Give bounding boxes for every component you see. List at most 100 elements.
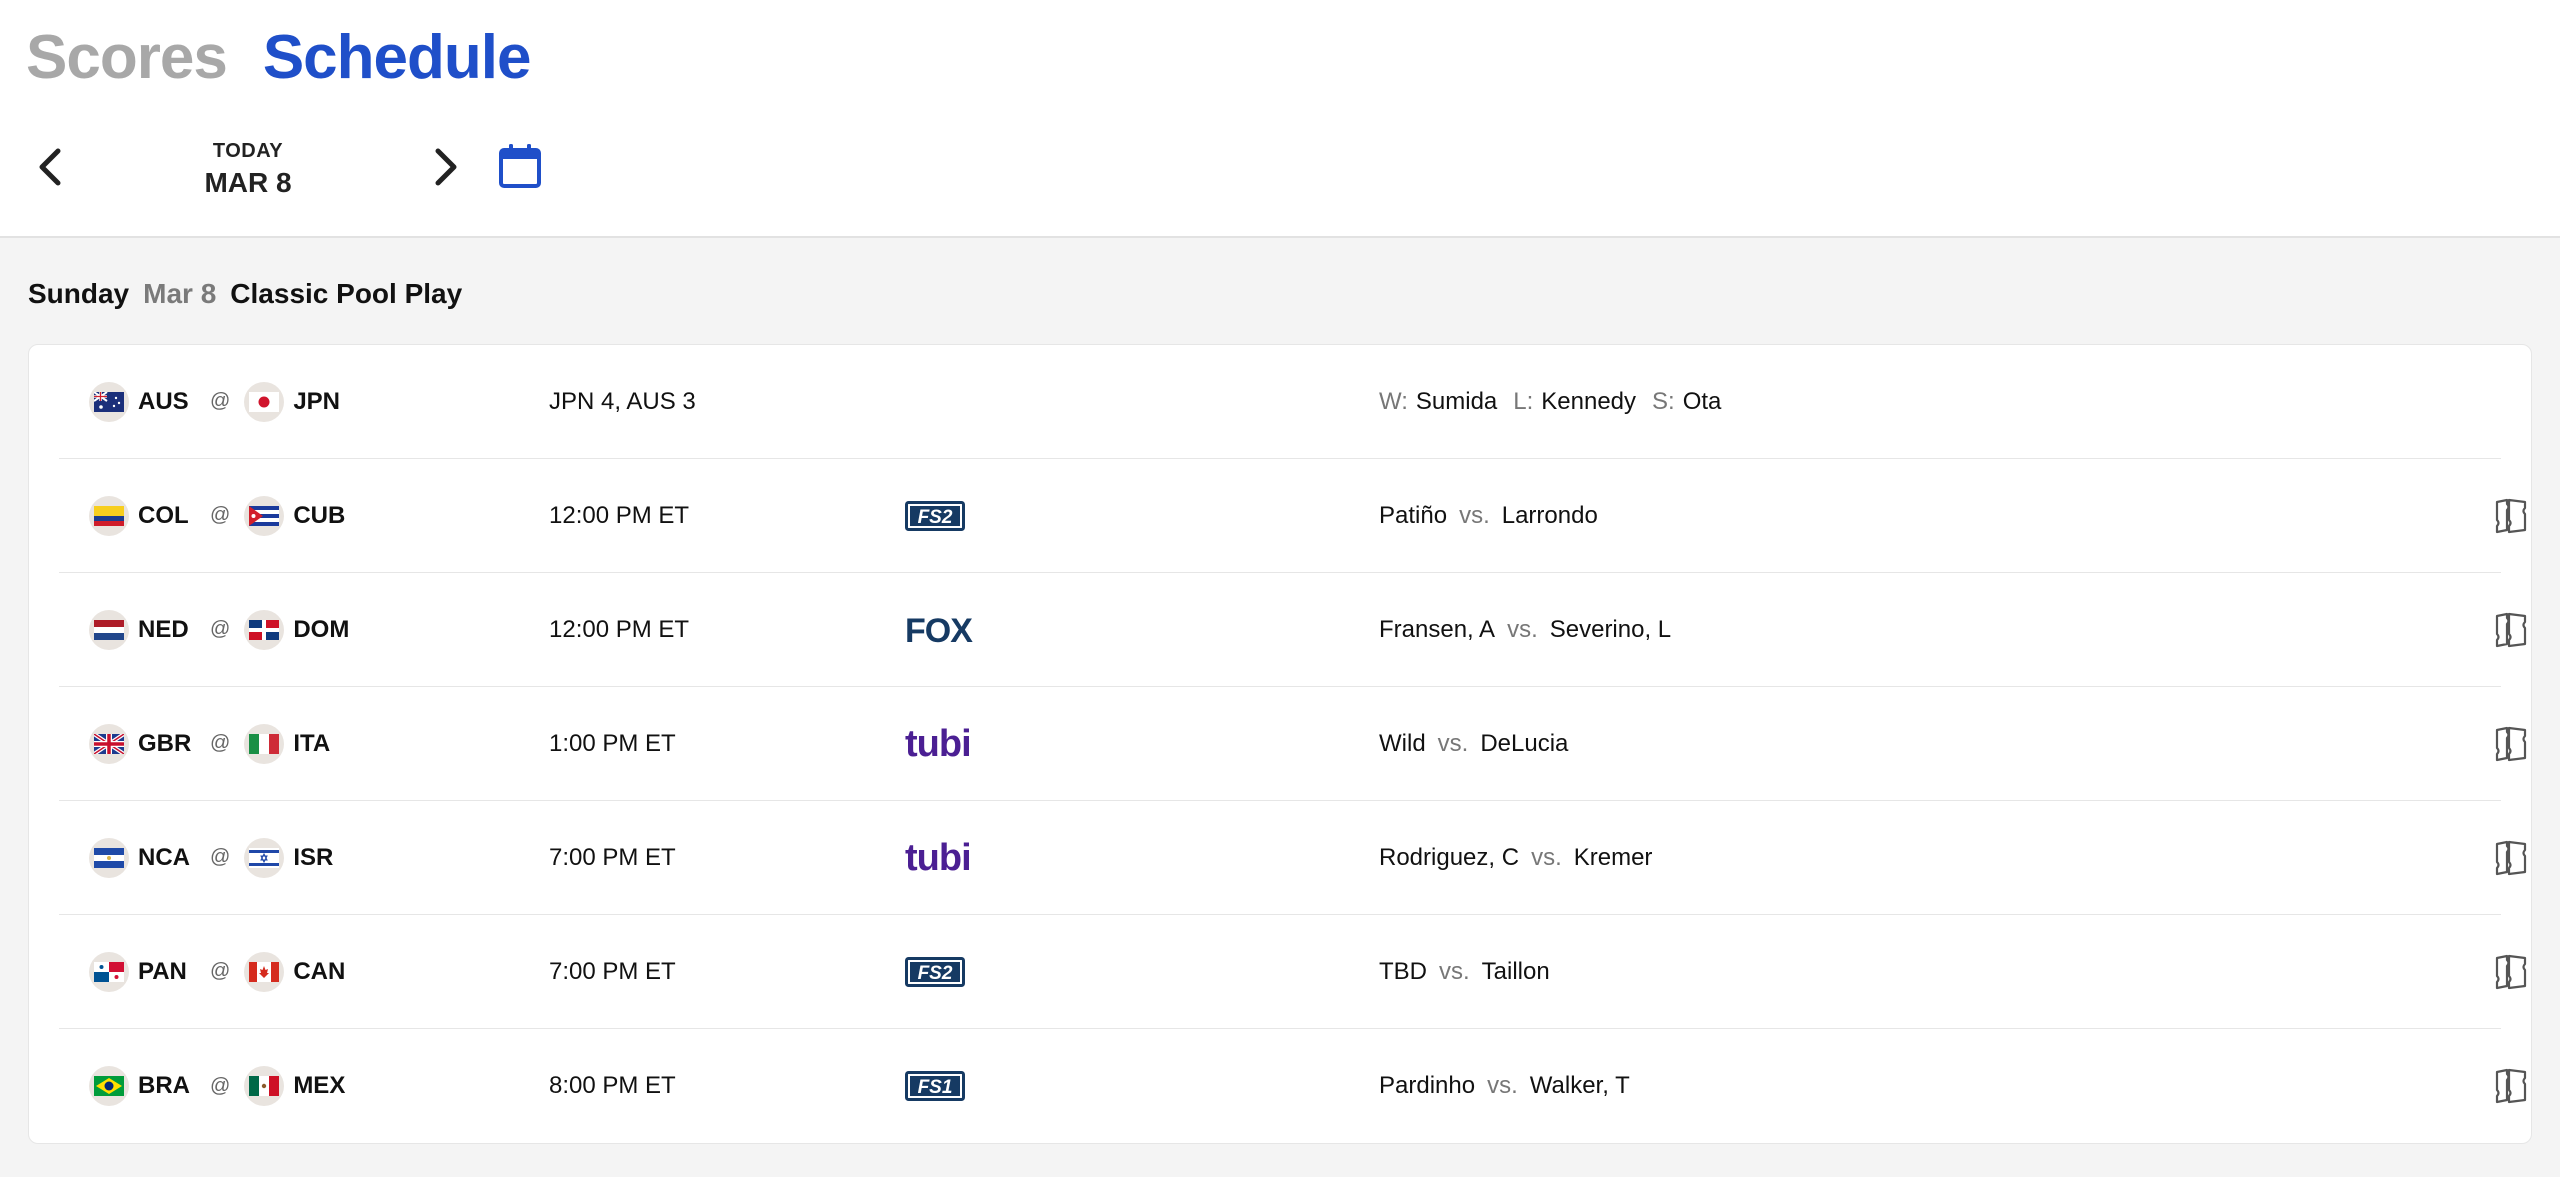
- away-team-flag: [89, 837, 129, 878]
- home-team[interactable]: ITA: [244, 723, 353, 764]
- game-status[interactable]: 12:00 PM ET: [549, 502, 689, 530]
- matchup: AUS @ JPN: [89, 381, 353, 422]
- date-navigator: TODAY MAR 8: [0, 130, 600, 210]
- away-probable-pitcher[interactable]: Patiño: [1379, 502, 1447, 530]
- at-symbol: @: [210, 960, 231, 982]
- game-row[interactable]: BRA @ MEX 8:00 PM ET FS1 Pardinho vs. Walker, T: [59, 1029, 2527, 1143]
- matchup: COL @ CUB: [89, 495, 353, 536]
- winning-pitcher[interactable]: Sumida: [1416, 388, 1497, 416]
- flag-icon: [249, 847, 280, 868]
- game-row[interactable]: NED @ DOM 12:00 PM ET FOX Fransen, A vs. Severi…: [59, 573, 2527, 687]
- game-status[interactable]: 7:00 PM ET: [549, 844, 676, 872]
- home-team-abbr: JPN: [293, 387, 340, 415]
- today-label: TODAY: [212, 140, 284, 162]
- home-probable-pitcher[interactable]: Larrondo: [1502, 502, 1598, 530]
- away-team[interactable]: NED: [89, 609, 198, 650]
- away-team[interactable]: GBR: [89, 723, 198, 764]
- date-label: MAR 8: [204, 167, 292, 198]
- vs-label: vs.: [1507, 615, 1538, 643]
- game-status[interactable]: 8:00 PM ET: [549, 1072, 676, 1100]
- away-probable-pitcher[interactable]: Pardinho: [1379, 1072, 1475, 1100]
- network-logo-tubi: tubi: [905, 726, 972, 762]
- svg-text:FOX: FOX: [905, 614, 973, 646]
- home-team-flag: [244, 495, 285, 536]
- game-row[interactable]: COL @ CUB 12:00 PM ET FS2 Patiño vs. Larrondo: [59, 459, 2527, 573]
- next-day-button[interactable]: [416, 132, 476, 202]
- home-probable-pitcher[interactable]: Taillon: [1482, 958, 1550, 986]
- away-team-flag: [89, 609, 129, 650]
- game-status[interactable]: JPN 4, AUS 3: [549, 388, 696, 416]
- network-logo-fs1: FS1: [905, 1071, 965, 1101]
- tab-schedule[interactable]: Schedule: [263, 22, 532, 93]
- at-symbol: @: [210, 1074, 231, 1097]
- save-label: S:: [1652, 387, 1675, 415]
- at-symbol: @: [210, 504, 231, 526]
- flag-icon: [249, 961, 280, 982]
- home-team-flag: [244, 1066, 285, 1106]
- vs-label: vs.: [1439, 957, 1470, 985]
- home-team[interactable]: JPN: [244, 381, 353, 422]
- flag-icon: [94, 391, 124, 412]
- game-status[interactable]: 12:00 PM ET: [549, 616, 689, 644]
- tickets-button[interactable]: [2491, 724, 2531, 764]
- network: FOX: [905, 610, 975, 650]
- home-probable-pitcher[interactable]: Severino, L: [1550, 616, 1671, 644]
- home-team-flag: [244, 381, 285, 422]
- losing-pitcher[interactable]: Kennedy: [1541, 388, 1636, 416]
- tickets-button[interactable]: [2491, 1066, 2531, 1106]
- tickets-button[interactable]: [2491, 610, 2531, 650]
- matchup: GBR @ ITA: [89, 723, 353, 764]
- network: tubi: [905, 724, 1009, 764]
- away-team-flag: [89, 495, 129, 536]
- flag-icon: [249, 391, 280, 412]
- home-probable-pitcher[interactable]: DeLucia: [1480, 730, 1568, 758]
- calendar-button[interactable]: [496, 142, 544, 190]
- pitchers: TBD vs. Taillon: [1379, 958, 1550, 986]
- day-weekday: Sunday: [28, 278, 130, 309]
- at-symbol: @: [210, 390, 231, 412]
- game-row[interactable]: GBR @ ITA 1:00 PM ET tubi Wild vs. DeLucia: [59, 687, 2527, 801]
- away-probable-pitcher[interactable]: Rodriguez, C: [1379, 844, 1519, 872]
- tab-scores[interactable]: Scores: [26, 22, 228, 93]
- game-row[interactable]: AUS @ JPN JPN 4, AUS 3 W: Sumida L: Kennedy S: Ot…: [59, 345, 2501, 459]
- home-team[interactable]: ISR: [244, 837, 353, 878]
- away-team-abbr: GBR: [138, 729, 192, 757]
- flag-icon: [94, 1076, 124, 1096]
- tickets-button[interactable]: [2491, 952, 2531, 992]
- network-logo-fs2: FS2: [905, 500, 965, 531]
- game-status[interactable]: 1:00 PM ET: [549, 730, 676, 758]
- chevron-right-icon: [435, 148, 457, 186]
- tickets-button[interactable]: [2491, 838, 2531, 878]
- loss-label: L:: [1513, 387, 1534, 415]
- away-team[interactable]: AUS: [89, 381, 198, 422]
- game-status[interactable]: 7:00 PM ET: [549, 958, 676, 986]
- schedule-list: AUS @ JPN JPN 4, AUS 3 W: Sumida L: Kennedy S: Ot…: [28, 344, 2532, 1144]
- svg-text:tubi: tubi: [905, 726, 971, 762]
- home-probable-pitcher[interactable]: Kremer: [1574, 844, 1653, 872]
- at-symbol: @: [210, 732, 231, 754]
- vs-label: vs.: [1437, 729, 1469, 757]
- away-team-abbr: COL: [138, 501, 189, 529]
- game-row[interactable]: NCA @ ISR 7:00 PM ET tubi Rodriguez, C vs. Krem…: [59, 801, 2527, 915]
- away-team[interactable]: BRA: [89, 1066, 198, 1106]
- away-probable-pitcher[interactable]: Wild: [1379, 730, 1426, 758]
- away-team[interactable]: PAN: [89, 951, 198, 992]
- home-team[interactable]: CAN: [244, 951, 353, 992]
- previous-day-button[interactable]: [20, 132, 80, 202]
- ticket-icon: [2495, 612, 2527, 647]
- home-team[interactable]: MEX: [244, 1066, 353, 1106]
- home-probable-pitcher[interactable]: Walker, T: [1530, 1072, 1630, 1100]
- home-team[interactable]: DOM: [244, 609, 353, 650]
- away-team[interactable]: COL: [89, 495, 198, 536]
- save-pitcher[interactable]: Ota: [1683, 388, 1722, 416]
- flag-icon: [94, 847, 124, 868]
- flag-icon: [249, 1076, 280, 1096]
- home-team[interactable]: CUB: [244, 495, 353, 536]
- away-team[interactable]: NCA: [89, 837, 198, 878]
- game-row[interactable]: PAN @ CAN 7:00 PM ET FS2 TBD vs. Taillon: [59, 915, 2527, 1029]
- network: FS2: [905, 496, 965, 536]
- away-probable-pitcher[interactable]: Fransen, A: [1379, 616, 1495, 644]
- away-probable-pitcher[interactable]: TBD: [1379, 958, 1427, 986]
- vs-label: vs.: [1459, 501, 1490, 529]
- tickets-button[interactable]: [2491, 496, 2531, 536]
